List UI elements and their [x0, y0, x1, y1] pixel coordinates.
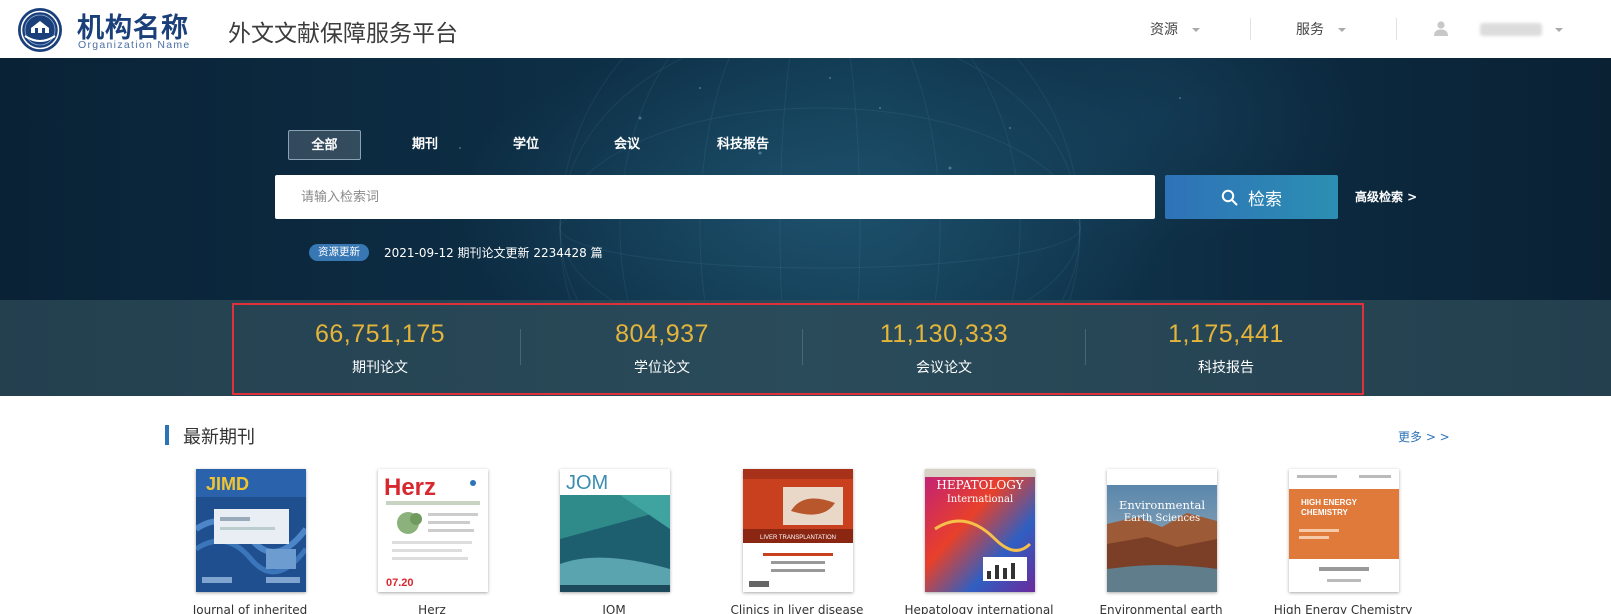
platform-title: 外文文献保障服务平台 — [228, 21, 458, 47]
tab-conference[interactable]: 会议 — [597, 130, 657, 160]
stat-label: 会议论文 — [916, 360, 972, 376]
advanced-search-link[interactable]: 高级检索 > — [1355, 188, 1417, 205]
journal-cover-image[interactable]: JOM — [560, 469, 670, 592]
nav-divider — [1250, 18, 1251, 40]
stat-divider — [520, 329, 521, 365]
journal-cover-image[interactable]: HIGH ENERGY CHEMISTRY — [1289, 469, 1399, 592]
stat-value: 66,751,175 — [314, 320, 446, 348]
nav-services-label: 服务 — [1296, 22, 1324, 38]
search-button[interactable]: 检索 — [1165, 175, 1338, 219]
user-avatar-icon[interactable] — [1433, 20, 1449, 36]
search-input[interactable] — [275, 175, 1155, 219]
stat-divider — [1085, 329, 1086, 365]
nav-resources[interactable]: 资源 — [1150, 19, 1200, 39]
search-hero: 全部 期刊 学位 会议 科技报告 检索 高级检索 > 资源更新 2021-09-… — [0, 58, 1611, 300]
organization-name-en: Organization Name — [78, 39, 191, 51]
chevron-down-icon — [1192, 28, 1200, 32]
user-menu-chevron-down-icon[interactable] — [1555, 28, 1563, 32]
stat-tech-reports: 1,175,441 科技报告 — [1126, 320, 1326, 377]
journal-title[interactable]: Clinics in liver disease — [712, 603, 882, 614]
tab-all[interactable]: 全部 — [288, 130, 361, 160]
resource-update-badge: 资源更新 — [309, 244, 369, 261]
journal-cover-image[interactable]: JIMD — [196, 469, 306, 592]
cover-subtitle: International — [947, 494, 1013, 505]
cover-title: Herz — [384, 474, 436, 501]
search-button-label: 检索 — [1248, 189, 1282, 210]
journal-cover-image[interactable]: LIVER TRANSPLANTATION — [743, 469, 853, 592]
chevron-down-icon — [1338, 28, 1346, 32]
journal-title[interactable]: Environmental earth — [1076, 603, 1246, 614]
journal-cover-image[interactable]: HEPATOLOGY International — [925, 469, 1035, 592]
nav-resources-label: 资源 — [1150, 22, 1178, 38]
journal-cover-image[interactable]: Environmental Earth Sciences — [1107, 469, 1217, 592]
more-journals-link[interactable]: 更多 > > — [1398, 428, 1450, 445]
stat-label: 期刊论文 — [352, 360, 408, 376]
section-accent-bar — [165, 425, 169, 445]
tab-degree[interactable]: 学位 — [496, 130, 556, 160]
journal-title[interactable]: JOM — [529, 603, 699, 614]
stat-conference-papers: 11,130,333 会议论文 — [844, 320, 1044, 377]
stat-label: 学位论文 — [634, 360, 690, 376]
latest-journals-title: 最新期刊 — [183, 427, 255, 448]
stat-label: 科技报告 — [1198, 360, 1254, 376]
stat-journal-articles: 66,751,175 期刊论文 — [280, 320, 480, 377]
stat-divider — [802, 329, 803, 365]
stat-value: 1,175,441 — [1168, 320, 1284, 348]
cover-subtitle: Earth Sciences — [1124, 513, 1200, 524]
user-name-redacted[interactable] — [1480, 23, 1542, 36]
nav-divider — [1396, 18, 1397, 40]
cover-title: HEPATOLOGY — [936, 478, 1024, 492]
cover-title: Environmental — [1119, 498, 1205, 512]
search-icon — [1221, 189, 1238, 205]
resource-update-text: 2021-09-12 期刊论文更新 2234428 篇 — [384, 246, 603, 260]
tab-tech-reports[interactable]: 科技报告 — [703, 130, 783, 160]
journal-title[interactable]: Journal of inherited — [165, 603, 335, 614]
top-header: 机构名称 Organization Name 外文文献保障服务平台 资源 服务 — [0, 0, 1611, 58]
cover-title: LIVER TRANSPLANTATION — [760, 535, 836, 541]
journal-title[interactable]: High Energy Chemistry — [1258, 603, 1428, 614]
journal-title[interactable]: Herz — [347, 603, 517, 614]
stat-value: 11,130,333 — [879, 320, 1009, 348]
cover-subtitle: CHEMISTRY — [1301, 508, 1348, 517]
journal-title[interactable]: Hepatology international — [894, 603, 1064, 614]
organization-emblem-icon — [18, 8, 62, 52]
cover-title: HIGH ENERGY — [1301, 498, 1358, 507]
cover-title: JOM — [566, 472, 608, 494]
stat-value: 804,937 — [615, 320, 709, 348]
stat-degree-theses: 804,937 学位论文 — [562, 320, 762, 377]
nav-services[interactable]: 服务 — [1296, 19, 1346, 39]
tab-journals[interactable]: 期刊 — [395, 130, 455, 160]
journal-cover-image[interactable]: Herz 07.20 — [378, 469, 488, 592]
cover-subtitle: 07.20 — [386, 577, 414, 589]
cover-title: JIMD — [206, 474, 249, 494]
